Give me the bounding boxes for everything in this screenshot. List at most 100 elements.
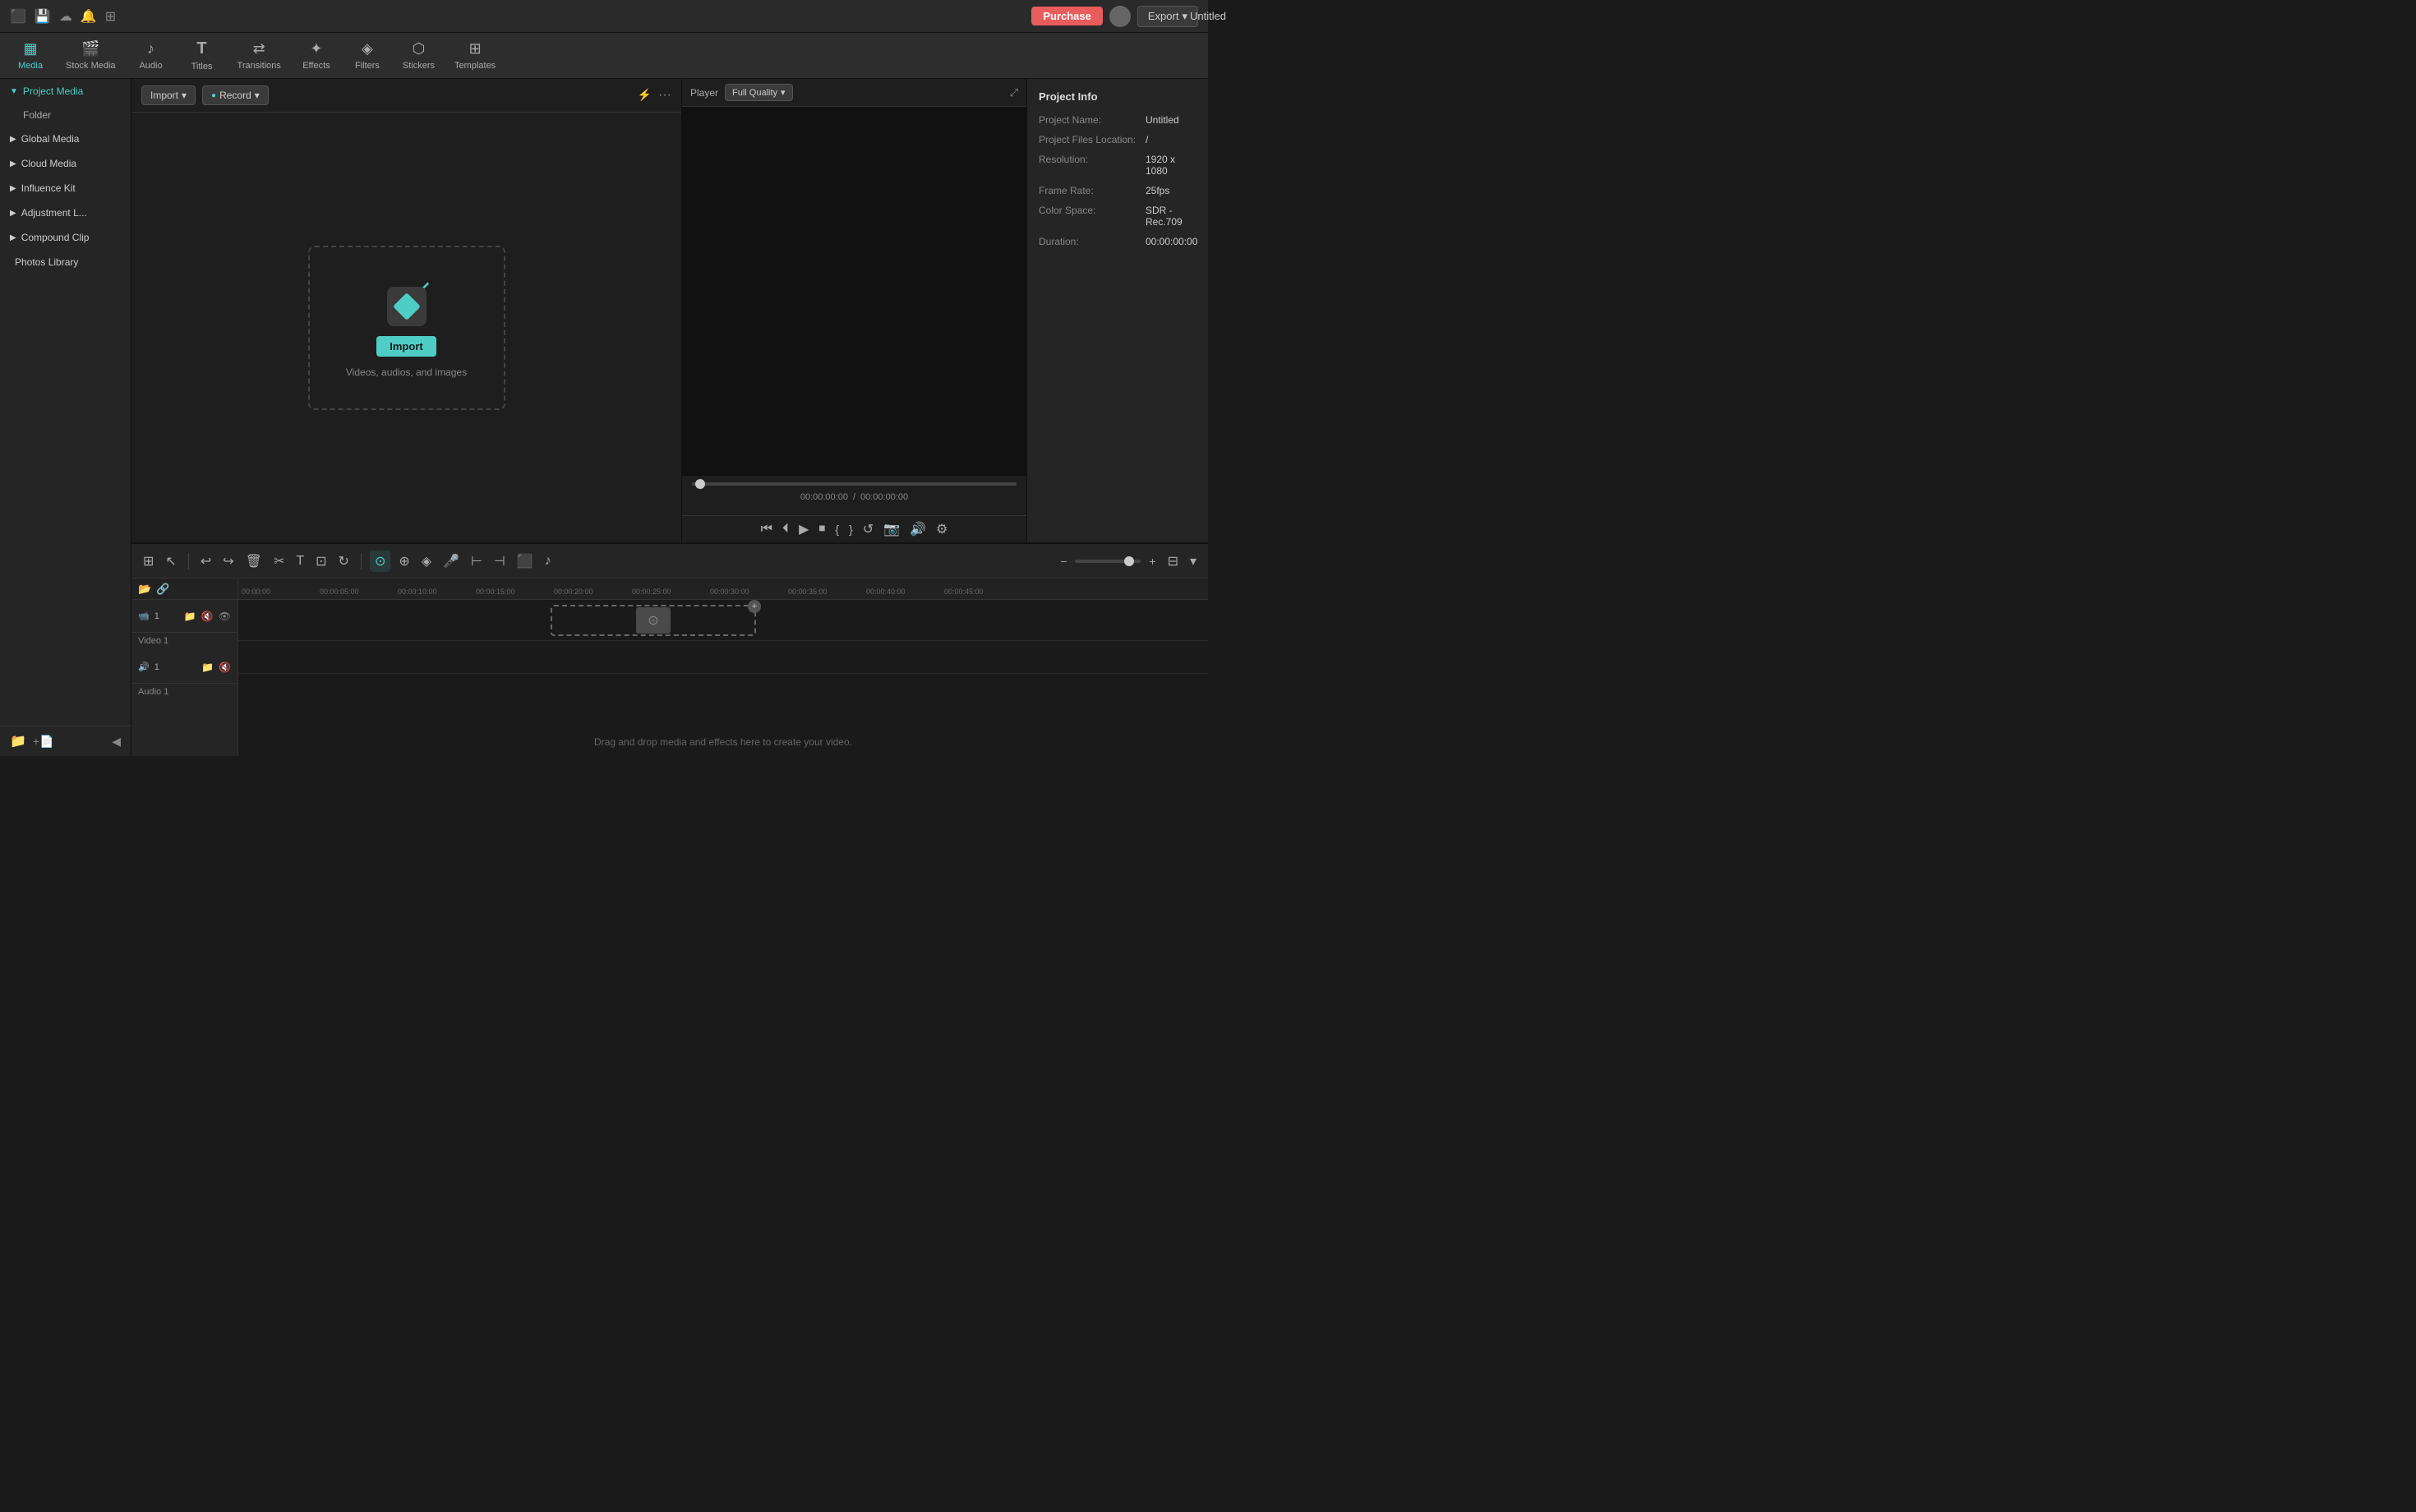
sidebar-item-influence-kit[interactable]: ▶ Influence Kit	[0, 176, 131, 201]
import-button[interactable]: Import ▾	[141, 85, 196, 105]
playback-mode-button[interactable]: ↺	[863, 521, 874, 537]
tool-templates[interactable]: ⊞ Templates	[446, 35, 504, 76]
zoom-in-icon[interactable]: +	[1146, 553, 1159, 569]
more-options-icon[interactable]: ···	[658, 88, 671, 103]
grid-icon[interactable]: ⊞	[105, 8, 116, 25]
audio-track-lock-button[interactable]: 📁	[201, 662, 214, 673]
collapse-panel-button[interactable]: ◀	[112, 735, 121, 749]
mark-button[interactable]: ◈	[418, 551, 435, 571]
split-button[interactable]: ⊢	[468, 551, 486, 571]
audio-track-lane	[238, 641, 1208, 674]
add-file-button[interactable]: +📄	[33, 735, 54, 749]
settings-button[interactable]: ⚙	[936, 521, 947, 537]
bell-icon[interactable]: 🔔	[81, 8, 97, 25]
snapshot-button[interactable]: 📷	[883, 521, 900, 537]
cloud-upload-icon[interactable]: ☁	[59, 8, 72, 25]
undo-button[interactable]: ↩	[197, 551, 214, 571]
tool-audio[interactable]: ♪ Audio	[127, 35, 175, 76]
delete-button[interactable]: 🗑	[242, 551, 265, 571]
ruler-mark-8: 00:00:40:00	[866, 588, 944, 596]
purchase-button[interactable]: Purchase	[1031, 7, 1103, 25]
mark-in-button[interactable]: {	[835, 523, 839, 536]
transitions-icon: ⇄	[253, 40, 265, 58]
info-row-resolution: Resolution: 1920 x 1080	[1039, 154, 1196, 177]
logo-diamond	[393, 293, 421, 320]
zoom-out-icon[interactable]: −	[1057, 553, 1070, 569]
ruler-mark-7: 00:00:35:00	[788, 588, 866, 596]
link-button[interactable]: 🔗	[156, 583, 169, 596]
record-dot: ●	[211, 91, 216, 100]
audio-button[interactable]: 🔊	[910, 521, 926, 537]
tool-effects[interactable]: ✦ Effects	[293, 35, 340, 76]
info-panel: Project Info Project Name: Untitled Proj…	[1027, 79, 1208, 542]
tool-stickers[interactable]: ⬡ Stickers	[394, 35, 443, 76]
sidebar-item-cloud-media[interactable]: ▶ Cloud Media	[0, 151, 131, 176]
timeline-drop-hint: Drag and drop media and effects here to …	[594, 736, 852, 748]
video-track-label: Video 1	[131, 633, 237, 649]
rotate-button[interactable]: ↻	[335, 551, 353, 571]
filter-icon[interactable]: ⚡	[638, 88, 652, 103]
crop-button[interactable]: ⊡	[312, 551, 330, 571]
timeline-select-button[interactable]: ↖	[162, 551, 179, 571]
stickers-icon: ⬡	[413, 40, 426, 58]
panel-footer: 📁 +📄 ◀	[0, 726, 131, 756]
sidebar-item-compound-clip[interactable]: ▶ Compound Clip	[0, 225, 131, 250]
stock-media-icon: 🎬	[81, 40, 99, 58]
timeline-layout-button[interactable]: ⊞	[140, 551, 157, 571]
player-expand-button[interactable]: ⤢	[1010, 86, 1018, 99]
timeline-options-button[interactable]: ⊟	[1164, 551, 1182, 571]
tool-stock-media[interactable]: 🎬 Stock Media	[58, 35, 124, 76]
tool-titles[interactable]: T Titles	[178, 35, 226, 76]
audio-track-button[interactable]: ♪	[542, 552, 555, 570]
sidebar-item-global-media[interactable]: ▶ Global Media	[0, 127, 131, 151]
pip-button[interactable]: ⬛	[514, 551, 537, 571]
timeline-area: 📂 🔗 📹 1 📁 🔇 👁	[131, 579, 1208, 756]
sidebar-item-folder[interactable]: Folder	[0, 104, 131, 127]
export-button[interactable]: Export ▾	[1137, 6, 1198, 27]
add-folder-button[interactable]: 📁	[10, 733, 26, 749]
drop-import-button[interactable]: Import	[376, 336, 436, 357]
mark-out-button[interactable]: }	[849, 523, 853, 536]
track-visibility-button[interactable]: 👁	[219, 611, 231, 622]
audio-track-mute-button[interactable]: 🔇	[219, 662, 231, 673]
video-clip[interactable]: ⊙ +	[551, 605, 756, 636]
playhead-scrubber[interactable]	[692, 482, 1017, 486]
zoom-slider[interactable]	[1075, 560, 1141, 563]
sidebar-item-project-media[interactable]: ▼ Project Media	[0, 79, 131, 104]
zoom-handle	[1124, 556, 1134, 566]
record-button[interactable]: ● Record ▾	[202, 85, 269, 105]
cut-button[interactable]: ✂	[270, 551, 288, 571]
text-tool-button[interactable]: T	[293, 552, 307, 570]
stop-button[interactable]: ⏹	[818, 522, 825, 537]
redo-button[interactable]: ↪	[219, 551, 237, 571]
chevron-down-icon: ▾	[255, 90, 260, 101]
tool-filters[interactable]: ◈ Filters	[343, 35, 391, 76]
import-drop-area[interactable]: ↙ Import Videos, audios, and images	[308, 246, 505, 410]
sidebar-item-photos-library[interactable]: Photos Library	[0, 250, 131, 274]
player-viewport	[682, 107, 1026, 476]
quality-select[interactable]: Full Quality ▾	[725, 84, 793, 101]
add-track-button[interactable]: 📂	[138, 583, 151, 596]
magnet-button[interactable]: ⊙	[370, 551, 390, 572]
ripple-button[interactable]: ⊕	[395, 551, 413, 571]
step-back-button[interactable]: ⏴	[782, 522, 789, 537]
more-options-button[interactable]: ▾	[1187, 551, 1200, 571]
track-label-video1: 1	[154, 611, 159, 621]
track-mute-button[interactable]: 🔇	[201, 611, 214, 622]
app: ⬛ 💾 ☁ 🔔 ⊞ Untitled Purchase Export ▾ ▦ M…	[0, 0, 1208, 756]
titlebar-left: ⬛ 💾 ☁ 🔔 ⊞	[10, 8, 116, 25]
screen-icon[interactable]: ⬛	[10, 8, 26, 25]
tool-transitions[interactable]: ⇄ Transitions	[229, 35, 289, 76]
effects-icon: ✦	[310, 40, 322, 58]
scrubber-handle	[695, 479, 705, 489]
clip-button[interactable]: ⊣	[491, 551, 509, 571]
chevron-down-icon: ▼	[10, 87, 18, 96]
rewind-button[interactable]: ⏮	[761, 522, 772, 537]
mic-button[interactable]: 🎤	[440, 551, 463, 571]
tool-media[interactable]: ▦ Media	[7, 35, 54, 76]
add-clip-button[interactable]: +	[748, 600, 761, 613]
sidebar-item-adjustment-layer[interactable]: ▶ Adjustment L...	[0, 201, 131, 225]
track-lock-button[interactable]: 📁	[184, 611, 196, 622]
save-icon[interactable]: 💾	[35, 8, 51, 25]
play-button[interactable]: ▶	[799, 521, 809, 537]
